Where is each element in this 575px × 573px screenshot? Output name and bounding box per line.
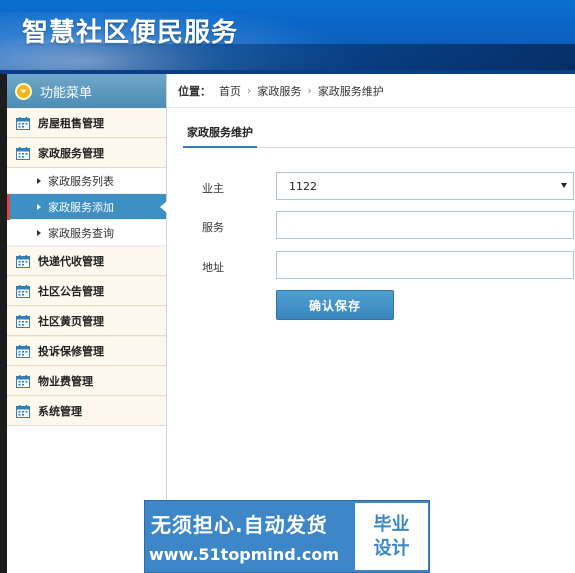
sidebar-subitem-housekeeping-list[interactable]: 家政服务列表 [7,168,166,194]
app-header: 智慧社区便民服务 [0,0,575,74]
watermark-badge-line1: 毕业 [373,513,410,535]
menu-title: 功能菜单 [40,85,93,101]
calendar-icon [16,146,30,160]
watermark-badge-line2: 设计 [373,537,410,559]
sidebar-item-label: 物业费管理 [38,375,93,388]
sidebar-item-label: 快递代收管理 [38,255,104,268]
breadcrumb-current: 家政服务维护 [317,84,384,98]
sidebar-subitem-label: 家政服务查询 [48,226,114,240]
service-label: 服务 [202,221,224,234]
sidebar-item-system[interactable]: 系统管理 [7,396,166,426]
tab-bar: 家政服务维护 [183,124,575,148]
breadcrumb-label: 位置： [178,84,211,98]
chevron-right-icon: › [247,84,252,97]
watermark-line1: 无须担心.自动发货 [151,513,328,537]
sidebar: 功能菜单 房屋租售管理 家政服务管理 家政服务列表 家政服务添加 家政服务查询 … [7,74,167,573]
calendar-icon [16,284,30,298]
triangle-right-icon [37,203,41,210]
sidebar-item-announcements[interactable]: 社区公告管理 [7,276,166,306]
calendar-icon [16,404,30,418]
sidebar-item-label: 投诉保修管理 [38,345,104,358]
sidebar-item-label: 社区黄页管理 [38,315,104,328]
service-row: 服务 [168,211,575,241]
triangle-right-icon [37,177,41,184]
owner-select[interactable]: 1122 [276,172,574,200]
service-input[interactable] [276,211,574,239]
address-row: 地址 [168,251,575,281]
page: 智慧社区便民服务 功能菜单 房屋租售管理 家政服务管理 家政服务列表 家政服务添… [0,0,575,573]
owner-row: 业主 1122 [168,172,575,202]
sidebar-item-yellow-pages[interactable]: 社区黄页管理 [7,306,166,336]
tab-housekeeping-maintain[interactable]: 家政服务维护 [183,124,257,148]
sidebar-item-housekeeping[interactable]: 家政服务管理 [7,138,166,168]
calendar-icon [16,374,30,388]
sidebar-item-express[interactable]: 快递代收管理 [7,246,166,276]
sidebar-subitem-label: 家政服务列表 [48,174,114,188]
sidebar-item-complaints[interactable]: 投诉保修管理 [7,336,166,366]
menu-header[interactable]: 功能菜单 [7,74,166,108]
owner-select-value: 1122 [289,179,317,193]
app-title: 智慧社区便民服务 [22,18,239,48]
watermark-url: www.51topmind.com [149,545,339,564]
address-input[interactable] [276,251,574,279]
chevron-right-icon: › [307,84,312,97]
address-label: 地址 [202,261,224,274]
calendar-icon [16,314,30,328]
breadcrumb: 位置： 首页 › 家政服务 › 家政服务维护 [168,74,575,108]
sidebar-item-label: 家政服务管理 [38,147,104,160]
sidebar-item-label: 系统管理 [38,405,82,418]
left-edge [0,74,7,573]
calendar-icon [16,254,30,268]
sidebar-subitem-label: 家政服务添加 [48,200,114,214]
sidebar-subitem-housekeeping-add[interactable]: 家政服务添加 [7,194,167,220]
sidebar-item-label: 房屋租售管理 [38,117,104,130]
watermark-banner: 无须担心.自动发货 www.51topmind.com 毕业 设计 [144,500,430,573]
sidebar-item-label: 社区公告管理 [38,285,104,298]
triangle-right-icon [37,229,41,236]
owner-label: 业主 [202,182,224,195]
breadcrumb-home[interactable]: 首页 [219,83,241,99]
caret-down-icon [561,183,567,188]
breadcrumb-housekeeping[interactable]: 家政服务 [257,83,301,99]
calendar-icon [16,344,30,358]
main-content: 位置： 首页 › 家政服务 › 家政服务维护 家政服务维护 业主 1122 服务… [168,74,575,573]
sidebar-item-rental[interactable]: 房屋租售管理 [7,108,166,138]
sidebar-item-property-fee[interactable]: 物业费管理 [7,366,166,396]
calendar-icon [16,116,30,130]
save-button[interactable]: 确认保存 [276,290,394,320]
sidebar-subitem-housekeeping-query[interactable]: 家政服务查询 [7,220,166,246]
chevron-down-circle-icon [15,82,32,100]
watermark-badge: 毕业 设计 [355,503,428,570]
